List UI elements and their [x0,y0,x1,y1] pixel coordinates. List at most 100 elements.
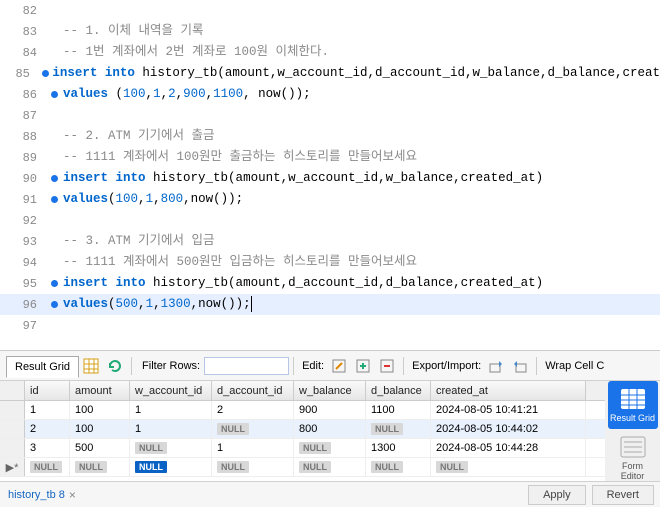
table-row[interactable]: 3500NULL1NULL13002024-08-05 10:44:28 [0,439,605,458]
code-content[interactable]: -- 1. 이체 내역을 기록 [63,21,660,42]
add-row-icon[interactable] [354,357,372,375]
code-line[interactable]: 95 insert into history_tb(amount,d_accoun… [0,273,660,294]
code-line[interactable]: 85insert into history_tb(amount,w_accoun… [0,63,660,84]
column-header[interactable]: d_balance [366,381,431,400]
grid-cell[interactable]: 1 [25,401,70,419]
grid-cell[interactable]: NULL [366,420,431,438]
side-result-grid-button[interactable]: Result Grid [608,381,658,429]
code-line[interactable]: 91values(100,1,800,now()); [0,189,660,210]
code-line[interactable]: 86 values (100,1,2,900,1100, now()); [0,84,660,105]
result-grid[interactable]: idamountw_account_idd_account_idw_balanc… [0,381,605,487]
column-header[interactable]: d_account_id [212,381,294,400]
code-line[interactable]: 88-- 2. ATM 기기에서 출금 [0,126,660,147]
breakpoint-marker[interactable] [38,70,53,77]
code-line[interactable]: 92 [0,210,660,231]
code-line[interactable]: 97 [0,315,660,336]
edit-row-icon[interactable] [330,357,348,375]
grid-cell[interactable]: NULL [294,458,366,476]
code-content[interactable]: insert into history_tb(amount,w_account_… [52,63,660,84]
code-line[interactable]: 96 values(500,1,1300,now()); [0,294,660,315]
sql-editor[interactable]: 8283-- 1. 이체 내역을 기록84-- 1번 계좌에서 2번 계좌로 1… [0,0,660,336]
code-content[interactable]: values (100,1,2,900,1100, now()); [63,84,660,105]
text-cursor [251,296,252,312]
code-line[interactable]: 83-- 1. 이체 내역을 기록 [0,21,660,42]
grid-cell[interactable]: 1100 [366,401,431,419]
code-content[interactable]: insert into history_tb(amount,d_account_… [63,273,660,294]
grid-cell[interactable]: 500 [70,439,130,457]
code-content[interactable]: -- 1111 계좌에서 500원만 입금하는 히스토리를 만들어보세요 [63,252,660,273]
grid-cell[interactable]: NULL [294,439,366,457]
results-toolbar: Result Grid Filter Rows: Edit: Export/Im… [0,351,660,381]
code-line[interactable]: 89 -- 1111 계좌에서 100원만 출금하는 히스토리를 만들어보세요 [0,147,660,168]
grid-cell[interactable]: 100 [70,401,130,419]
code-line[interactable]: 87 [0,105,660,126]
grid-cell[interactable]: NULL [130,458,212,476]
code-line[interactable]: 90insert into history_tb(amount,w_accoun… [0,168,660,189]
grid-cell[interactable]: NULL [212,458,294,476]
column-header[interactable]: amount [70,381,130,400]
result-grid-tab[interactable]: Result Grid [6,356,79,378]
table-row[interactable]: 11001290011002024-08-05 10:41:21 [0,401,605,420]
grid-cell[interactable]: NULL [212,420,294,438]
line-number: 89 [0,151,45,165]
row-marker[interactable] [0,401,25,419]
import-icon[interactable] [511,357,529,375]
grid-cell[interactable]: 3 [25,439,70,457]
grid-cell[interactable]: 1 [212,439,294,457]
breakpoint-marker[interactable] [45,175,63,182]
delete-row-icon[interactable] [378,357,396,375]
grid-cell[interactable]: 1300 [366,439,431,457]
column-header[interactable]: created_at [431,381,586,400]
close-icon[interactable]: × [69,488,76,502]
column-header[interactable]: id [25,381,70,400]
grid-cell[interactable]: 2 [212,401,294,419]
grid-cell[interactable]: NULL [130,439,212,457]
grid-cell[interactable]: 1 [130,401,212,419]
grid-cell[interactable]: NULL [366,458,431,476]
grid-cell[interactable]: 1 [130,420,212,438]
row-marker[interactable]: ▶* [0,458,25,476]
breakpoint-marker[interactable] [45,196,63,203]
grid-cell[interactable]: 2024-08-05 10:44:28 [431,439,586,457]
code-content[interactable]: insert into history_tb(amount,w_account_… [63,168,660,189]
grid-cell[interactable]: 2 [25,420,70,438]
code-content[interactable]: -- 1번 계좌에서 2번 계좌로 100원 이체한다. [63,42,660,63]
grid-cell[interactable]: 800 [294,420,366,438]
table-row[interactable]: ▶*NULLNULLNULLNULLNULLNULLNULL [0,458,605,477]
code-line[interactable]: 93-- 3. ATM 기기에서 입금 [0,231,660,252]
grid-cell[interactable]: 2024-08-05 10:44:02 [431,420,586,438]
refresh-icon[interactable] [106,357,124,375]
side-form-editor-button[interactable]: Form Editor [608,429,658,487]
code-line[interactable]: 82 [0,0,660,21]
grid-cell[interactable]: 900 [294,401,366,419]
row-marker[interactable] [0,439,25,457]
breakpoint-marker[interactable] [45,280,63,287]
grid-view-icon[interactable] [82,357,100,375]
code-line[interactable]: 94-- 1111 계좌에서 500원만 입금하는 히스토리를 만들어보세요 [0,252,660,273]
export-icon[interactable] [487,357,505,375]
code-content[interactable]: -- 2. ATM 기기에서 출금 [63,126,660,147]
breakpoint-marker[interactable] [45,91,63,98]
grid-cell[interactable]: 100 [70,420,130,438]
apply-button[interactable]: Apply [528,485,586,505]
table-row[interactable]: 21001NULL800NULL2024-08-05 10:44:02 [0,420,605,439]
grid-cell[interactable]: NULL [25,458,70,476]
revert-button[interactable]: Revert [592,485,654,505]
grid-cell[interactable]: NULL [70,458,130,476]
breakpoint-marker[interactable] [45,301,63,308]
line-number: 96 [0,298,45,312]
code-line[interactable]: 84-- 1번 계좌에서 2번 계좌로 100원 이체한다. [0,42,660,63]
code-content[interactable]: values(100,1,800,now()); [63,189,660,210]
grid-cell[interactable]: 2024-08-05 10:41:21 [431,401,586,419]
line-number: 95 [0,277,45,291]
row-marker[interactable] [0,420,25,438]
line-number: 86 [0,88,45,102]
code-content[interactable]: values(500,1,1300,now()); [63,294,660,315]
code-content[interactable]: -- 1111 계좌에서 100원만 출금하는 히스토리를 만들어보세요 [63,147,660,168]
filter-rows-input[interactable] [204,357,289,375]
grid-cell[interactable]: NULL [431,458,586,476]
column-header[interactable]: w_balance [294,381,366,400]
result-tab[interactable]: history_tb 8 × [0,484,84,506]
code-content[interactable]: -- 3. ATM 기기에서 입금 [63,231,660,252]
column-header[interactable]: w_account_id [130,381,212,400]
